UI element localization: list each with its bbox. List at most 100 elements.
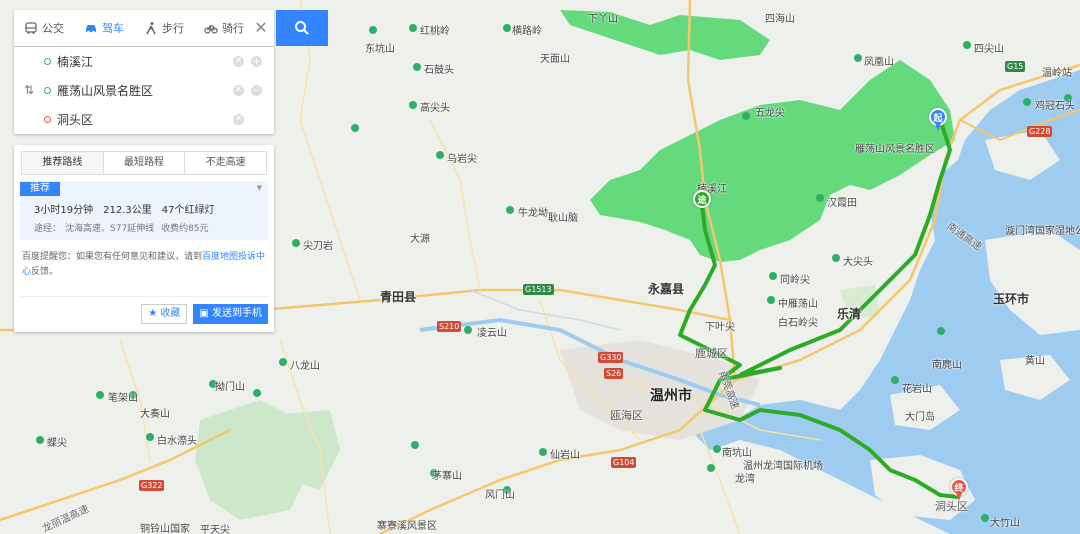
road-shield: G330 (598, 352, 624, 363)
route-duration: 3小时19分钟 (34, 205, 94, 216)
clear-icon[interactable]: ✕ (233, 114, 244, 125)
road-shield: S210 (437, 321, 462, 332)
stop-end[interactable]: 洞头区 ✕ (14, 105, 274, 134)
map-label-place: 拗门山 (215, 382, 245, 393)
tab-bike-label: 骑行 (222, 22, 244, 35)
via-dot-icon (44, 87, 51, 94)
close-icon[interactable]: ✕ (252, 19, 270, 37)
send-to-phone-button[interactable]: ▣ 发送到手机 (193, 304, 268, 324)
map-label-place: 天面山 (540, 54, 570, 65)
map-label-place: 红桃岭 (420, 26, 450, 37)
map-label-place: 八龙山 (290, 361, 320, 372)
map-label-place: 雁荡山风景名胜区 (855, 144, 935, 155)
travel-mode-tabs: 公交 驾车 步行 骑行 ✕ (14, 10, 328, 46)
start-dot-icon (44, 58, 51, 65)
map-label-place: 黄山 (1025, 356, 1045, 367)
map-label-place: 茅寨山 (432, 471, 462, 482)
route-start-marker[interactable]: 途 (693, 190, 711, 212)
map-label-place: 白石岭尖 (778, 318, 818, 329)
map-label-district: 乐清 (837, 307, 862, 321)
road-shield: S26 (604, 368, 624, 379)
phone-icon: ▣ (199, 308, 209, 319)
map-label-place: 温岭站 (1042, 68, 1072, 79)
stop-via-text[interactable]: 雁荡山风景名胜区 (57, 82, 153, 99)
search-button[interactable] (276, 10, 328, 46)
map-label-place: 大门岛 (905, 412, 935, 423)
tab-transit[interactable]: 公交 (14, 10, 74, 46)
map-label-place: 风门山 (485, 490, 515, 501)
map-label-place: 四海山 (765, 14, 795, 25)
map-label-place: 大源 (410, 234, 430, 245)
map-label-place: 乌岩尖 (447, 154, 477, 165)
map-label-place: 花岩山 (902, 384, 932, 395)
map-label-place: 凤凰山 (864, 57, 894, 68)
map-label-district: 永嘉县 (648, 282, 685, 296)
tab-transit-label: 公交 (42, 22, 64, 35)
map-label-place: 五龙尖 (755, 108, 785, 119)
clear-icon[interactable]: ✕ (233, 56, 244, 67)
map-label-place: 东坑山 (365, 44, 395, 55)
map-label-place: 大尖头 (843, 257, 873, 268)
map-label-district: 青田县 (380, 290, 417, 304)
road-shield: G15 (1005, 61, 1026, 72)
map-label-place: 四尖山 (974, 44, 1004, 55)
recommend-badge: 推荐 (20, 182, 60, 196)
road-shield: G322 (139, 480, 165, 491)
favorite-button[interactable]: ★ 收藏 (141, 304, 188, 324)
map-label-place: 石鼓头 (424, 65, 454, 76)
map-label-place: 温州龙湾国际机场 (743, 461, 823, 472)
road-shield: G228 (1027, 126, 1053, 137)
tab-no-highway[interactable]: 不走高速 (185, 152, 266, 174)
stop-via[interactable]: 雁荡山风景名胜区 ✕ − (14, 76, 274, 105)
map-label-place: 龙湾 (735, 474, 755, 485)
map-label-district: 鹿城区 (695, 347, 728, 360)
map-label-place: 下叶尖 (705, 322, 735, 333)
map-label-place: 凌云山 (477, 328, 507, 339)
route-end-marker[interactable]: 终 (950, 478, 968, 501)
send-label: 发送到手机 (212, 308, 262, 319)
add-stop-icon[interactable]: + (251, 56, 262, 67)
tab-bike[interactable]: 骑行 (194, 10, 254, 46)
route-distance: 212.3公里 (103, 205, 152, 216)
chevron-down-icon[interactable]: ▼ (257, 184, 262, 192)
route-via: 途经： 沈海高速、S77延伸线 收费约85元 (20, 216, 268, 234)
map-label-place: 寨寮溪风景区 (377, 521, 437, 532)
road-shield: G1513 (523, 284, 554, 295)
tab-drive[interactable]: 驾车 (74, 10, 134, 46)
swap-icon[interactable]: ⇅ (22, 83, 36, 97)
notice-text: 百度提醒您：如果您有任何意见和建议，请到 (22, 252, 203, 262)
map-label-place: 下丫山 (588, 14, 618, 25)
tab-shortest[interactable]: 最短路程 (104, 152, 186, 174)
map-label-place: 平天尖 (200, 525, 230, 534)
road-shield: G104 (611, 457, 637, 468)
stop-start[interactable]: 楠溪江 ✕ + (14, 47, 274, 76)
map-label-place: 同岭尖 (780, 275, 810, 286)
map-label-district: 洞头区 (935, 500, 968, 513)
map-label-place: 笔架山 (108, 393, 138, 404)
feedback-notice: 百度提醒您：如果您有任何意见和建议，请到百度地图投诉中心反馈。 (20, 250, 268, 280)
map-label-place: 中雁荡山 (778, 299, 818, 310)
bike-icon (204, 25, 218, 34)
tab-recommended[interactable]: 推荐路线 (22, 152, 104, 174)
route-origin-marker[interactable]: 起 (929, 108, 947, 131)
route-toll: 收费约85元 (161, 224, 209, 234)
route-actions: ★ 收藏 ▣ 发送到手机 (20, 296, 268, 324)
route-stops: 楠溪江 ✕ + 雁荡山风景名胜区 ✕ − 洞头区 ✕ ⇅ (14, 47, 274, 134)
remove-stop-icon[interactable]: − (251, 85, 262, 96)
origin-marker-tail (935, 123, 941, 131)
tab-walk-label: 步行 (162, 22, 184, 35)
route-option-tabs: 推荐路线 最短路程 不走高速 (21, 151, 267, 175)
route-result: 推荐路线 最短路程 不走高速 推荐 ▼ 3小时19分钟 212.3公里 47个红… (14, 145, 274, 332)
stop-start-text[interactable]: 楠溪江 (57, 53, 93, 70)
route-plan-card[interactable]: 推荐 ▼ 3小时19分钟 212.3公里 47个红绿灯 途经： 沈海高速、S77延… (20, 181, 268, 240)
map-label-place: 牛龙坳 (518, 208, 548, 219)
car-icon (86, 25, 96, 34)
map-label-place: 鸡冠石头 (1035, 101, 1075, 112)
map-label-place: 大奏山 (140, 409, 170, 420)
tab-walk[interactable]: 步行 (134, 10, 194, 46)
map-label-city: 温州市 (650, 388, 692, 404)
clear-icon[interactable]: ✕ (233, 85, 244, 96)
stop-end-text[interactable]: 洞头区 (57, 111, 93, 128)
end-dot-icon (44, 116, 51, 123)
map-label-place: 大竹山 (990, 518, 1020, 529)
